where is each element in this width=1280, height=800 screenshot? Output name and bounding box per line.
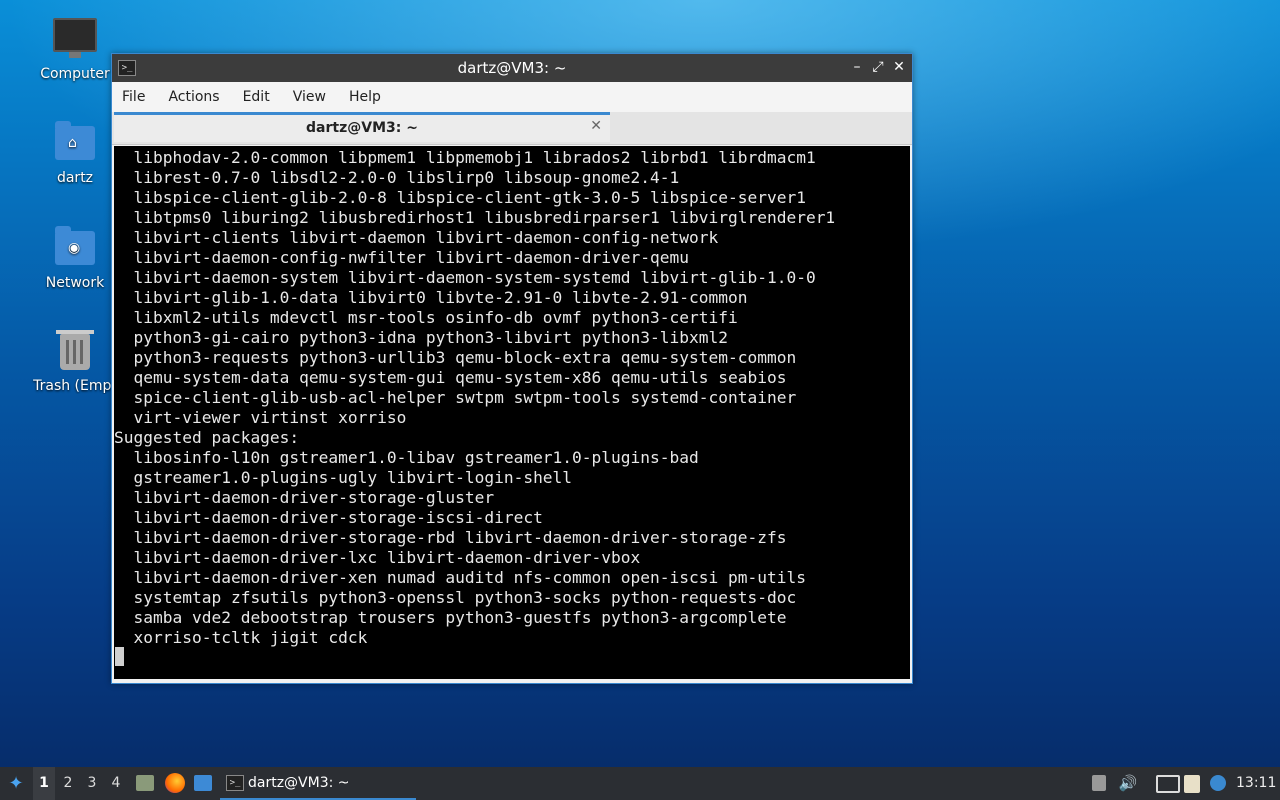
folder-icon[interactable]: [194, 775, 212, 791]
update-notifier-icon[interactable]: [1210, 775, 1226, 791]
menu-help[interactable]: Help: [349, 89, 381, 105]
workspace-4[interactable]: 4: [105, 767, 127, 800]
task-label: dartz@VM3: ~: [248, 775, 350, 791]
close-icon[interactable]: ✕: [890, 58, 908, 76]
minimize-icon[interactable]: –: [848, 58, 866, 76]
workspace-3[interactable]: 3: [81, 767, 103, 800]
firefox-icon[interactable]: [165, 773, 185, 793]
start-menu-icon[interactable]: ✦: [4, 767, 28, 800]
menu-edit[interactable]: Edit: [243, 89, 270, 105]
tab-close-icon[interactable]: ✕: [590, 118, 602, 134]
taskbar-task-terminal[interactable]: >_ dartz@VM3: ~: [220, 767, 416, 800]
text-cursor: [115, 647, 124, 666]
eject-icon[interactable]: [1092, 775, 1106, 791]
desktop-icon-label: Trash (Empt: [33, 378, 117, 394]
menu-view[interactable]: View: [293, 89, 326, 105]
menubar: File Actions Edit View Help: [112, 82, 912, 112]
window-titlebar[interactable]: >_ dartz@VM3: ~ – ⤢ ✕: [112, 54, 912, 82]
menu-file[interactable]: File: [122, 89, 145, 105]
tab-bar: dartz@VM3: ~ ✕: [112, 112, 912, 145]
clock[interactable]: 13:11: [1236, 767, 1276, 800]
home-folder-icon: ⌂: [55, 121, 95, 160]
network-folder-icon: ◉: [55, 226, 95, 265]
terminal-output[interactable]: libphodav-2.0-common libpmem1 libpmemobj…: [114, 146, 910, 679]
trash-icon: [56, 330, 94, 370]
window-title: dartz@VM3: ~: [457, 59, 567, 77]
terminal-window[interactable]: >_ dartz@VM3: ~ – ⤢ ✕ File Actions Edit …: [111, 53, 913, 684]
file-manager-icon[interactable]: [136, 775, 154, 791]
computer-icon: [53, 18, 97, 58]
tab-terminal[interactable]: dartz@VM3: ~ ✕: [114, 112, 610, 142]
volume-icon[interactable]: 🔊: [1118, 767, 1138, 800]
workspace-1[interactable]: 1: [33, 767, 55, 800]
workspace-2[interactable]: 2: [57, 767, 79, 800]
taskbar: ✦ 1 2 3 4 >_ dartz@VM3: ~ 🔊 13:11: [0, 767, 1280, 800]
terminal-text: libphodav-2.0-common libpmem1 libpmemobj…: [114, 148, 836, 647]
menu-actions[interactable]: Actions: [168, 89, 219, 105]
maximize-icon[interactable]: ⤢: [869, 58, 887, 76]
terminal-icon: >_: [226, 775, 244, 791]
tab-label: dartz@VM3: ~: [306, 120, 418, 136]
network-icon[interactable]: [1156, 775, 1180, 793]
clipboard-icon[interactable]: [1184, 775, 1200, 793]
